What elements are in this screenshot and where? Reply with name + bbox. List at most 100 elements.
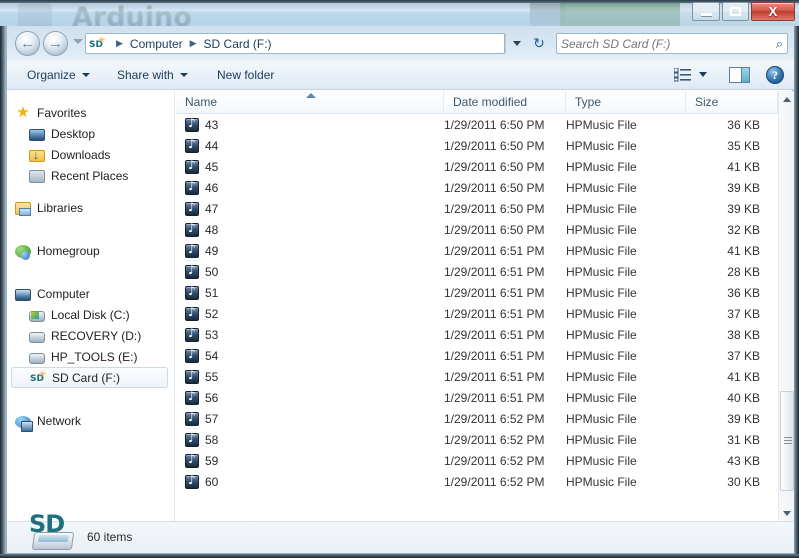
sd-card-icon bbox=[89, 35, 106, 52]
sidebar-item-homegroup[interactable]: Homegroup bbox=[7, 240, 174, 261]
column-header-size[interactable]: Size bbox=[686, 91, 778, 113]
sidebar-item-local-disk-c[interactable]: Local Disk (C:) bbox=[7, 304, 174, 325]
scrollbar-thumb[interactable] bbox=[780, 391, 794, 491]
cell-name: 56 bbox=[176, 389, 444, 405]
address-dropdown-button[interactable] bbox=[505, 33, 527, 54]
preview-pane-button[interactable] bbox=[729, 67, 750, 83]
sd-card-large-shape bbox=[31, 532, 75, 550]
column-header-name[interactable]: Name bbox=[176, 91, 444, 113]
cell-type: HPMusic File bbox=[566, 453, 637, 468]
cell-size: 40 KB bbox=[727, 390, 760, 405]
address-bar: ← → ▶ Computer ▶ SD Card (F:) ↻ bbox=[7, 26, 794, 60]
breadcrumb-sd-card[interactable]: SD Card (F:) bbox=[202, 37, 274, 51]
new-folder-button[interactable]: New folder bbox=[211, 65, 280, 85]
sidebar-item-libraries[interactable]: Libraries bbox=[7, 197, 174, 218]
close-button[interactable]: X bbox=[751, 2, 795, 21]
sidebar-item-computer[interactable]: Computer bbox=[7, 283, 174, 304]
back-button[interactable]: ← bbox=[15, 31, 40, 56]
sidebar-item-hp-tools-e[interactable]: HP_TOOLS (E:) bbox=[7, 346, 174, 367]
table-row[interactable]: 43 1/29/2011 6:50 PM HPMusic File 36 KB bbox=[176, 114, 794, 135]
table-row[interactable]: 58 1/29/2011 6:52 PM HPMusic File 31 KB bbox=[176, 429, 794, 450]
cell-date-modified: 1/29/2011 6:50 PM bbox=[444, 117, 545, 132]
vertical-scrollbar[interactable] bbox=[778, 91, 794, 521]
file-name-label: 57 bbox=[205, 411, 219, 426]
sidebar-item-network[interactable]: Network bbox=[7, 410, 174, 432]
cell-size: 36 KB bbox=[727, 117, 760, 132]
table-row[interactable]: 51 1/29/2011 6:51 PM HPMusic File 36 KB bbox=[176, 282, 794, 303]
file-name-label: 55 bbox=[205, 369, 219, 384]
music-file-icon bbox=[185, 179, 199, 195]
cell-date-modified: 1/29/2011 6:52 PM bbox=[444, 474, 545, 489]
sidebar-label: Favorites bbox=[37, 105, 87, 120]
cell-date-modified: 1/29/2011 6:52 PM bbox=[444, 411, 545, 426]
cell-size: 32 KB bbox=[727, 222, 760, 237]
view-dropdown-icon[interactable] bbox=[699, 72, 707, 77]
cell-date-modified: 1/29/2011 6:51 PM bbox=[444, 327, 545, 342]
music-file-icon bbox=[185, 137, 199, 153]
forward-button[interactable]: → bbox=[43, 31, 68, 56]
table-row[interactable]: 55 1/29/2011 6:51 PM HPMusic File 41 KB bbox=[176, 366, 794, 387]
table-row[interactable]: 59 1/29/2011 6:52 PM HPMusic File 43 KB bbox=[176, 450, 794, 471]
search-box[interactable]: ⌕ bbox=[556, 33, 788, 54]
navigation-pane[interactable]: ★ Favorites Desktop Downloads Recent Pla… bbox=[7, 91, 175, 521]
table-row[interactable]: 53 1/29/2011 6:51 PM HPMusic File 38 KB bbox=[176, 324, 794, 345]
table-row[interactable]: 57 1/29/2011 6:52 PM HPMusic File 39 KB bbox=[176, 408, 794, 429]
scroll-up-button[interactable] bbox=[779, 91, 794, 107]
sidebar-item-recovery-d[interactable]: RECOVERY (D:) bbox=[7, 325, 174, 346]
network-icon bbox=[15, 415, 33, 432]
cell-name: 54 bbox=[176, 347, 444, 363]
search-input[interactable] bbox=[561, 36, 776, 51]
column-header-type[interactable]: Type bbox=[566, 91, 686, 113]
minimize-button[interactable] bbox=[692, 2, 720, 21]
chevron-up-icon bbox=[783, 96, 791, 102]
table-row[interactable]: 52 1/29/2011 6:51 PM HPMusic File 37 KB bbox=[176, 303, 794, 324]
table-row[interactable]: 46 1/29/2011 6:50 PM HPMusic File 39 KB bbox=[176, 177, 794, 198]
column-header-date-modified[interactable]: Date modified bbox=[444, 91, 566, 113]
drive-icon bbox=[29, 331, 45, 343]
table-row[interactable]: 54 1/29/2011 6:51 PM HPMusic File 37 KB bbox=[176, 345, 794, 366]
refresh-button[interactable]: ↻ bbox=[528, 33, 550, 54]
cell-size: 43 KB bbox=[727, 453, 760, 468]
file-name-label: 58 bbox=[205, 432, 219, 447]
cell-name: 59 bbox=[176, 452, 444, 468]
table-row[interactable]: 56 1/29/2011 6:51 PM HPMusic File 40 KB bbox=[176, 387, 794, 408]
breadcrumb-computer[interactable]: Computer bbox=[128, 37, 185, 51]
cell-date-modified: 1/29/2011 6:50 PM bbox=[444, 180, 545, 195]
back-arrow-icon: ← bbox=[20, 35, 35, 52]
sidebar-label: Network bbox=[37, 413, 82, 428]
table-row[interactable]: 48 1/29/2011 6:50 PM HPMusic File 32 KB bbox=[176, 219, 794, 240]
sidebar-item-desktop[interactable]: Desktop bbox=[7, 123, 174, 144]
sidebar-item-sd-card-f[interactable]: SD Card (F:) bbox=[11, 367, 168, 388]
title-bar[interactable]: Arduino X bbox=[0, 0, 799, 26]
cell-name: 43 bbox=[176, 116, 444, 132]
table-row[interactable]: 45 1/29/2011 6:50 PM HPMusic File 41 KB bbox=[176, 156, 794, 177]
scrollbar-grip-icon bbox=[784, 437, 792, 444]
sidebar-item-recent-places[interactable]: Recent Places bbox=[7, 165, 174, 186]
table-row[interactable]: 60 1/29/2011 6:52 PM HPMusic File 30 KB bbox=[176, 471, 794, 492]
sidebar-label: Computer bbox=[37, 286, 90, 301]
maximize-button[interactable] bbox=[722, 2, 749, 21]
cell-name: 55 bbox=[176, 368, 444, 384]
cell-size: 31 KB bbox=[727, 432, 760, 447]
sidebar-item-downloads[interactable]: Downloads bbox=[7, 144, 174, 165]
file-name-label: 56 bbox=[205, 390, 219, 405]
recent-pages-dropdown-icon[interactable] bbox=[73, 39, 83, 44]
scroll-down-button[interactable] bbox=[779, 505, 794, 521]
table-row[interactable]: 47 1/29/2011 6:50 PM HPMusic File 39 KB bbox=[176, 198, 794, 219]
help-button[interactable]: ? bbox=[766, 66, 784, 84]
file-list-pane[interactable]: Name Date modified Type Size 43 1/29/2011… bbox=[176, 91, 794, 521]
share-with-button[interactable]: Share with bbox=[111, 65, 194, 85]
sidebar-item-favorites[interactable]: ★ Favorites bbox=[7, 102, 174, 123]
cell-type: HPMusic File bbox=[566, 222, 637, 237]
table-row[interactable]: 49 1/29/2011 6:51 PM HPMusic File 41 KB bbox=[176, 240, 794, 261]
table-row[interactable]: 50 1/29/2011 6:51 PM HPMusic File 28 KB bbox=[176, 261, 794, 282]
column-label: Name bbox=[185, 95, 218, 109]
local-disk-icon bbox=[29, 310, 45, 322]
address-field[interactable]: ▶ Computer ▶ SD Card (F:) bbox=[85, 33, 505, 54]
table-row[interactable]: 44 1/29/2011 6:50 PM HPMusic File 35 KB bbox=[176, 135, 794, 156]
organize-button[interactable]: Organize bbox=[21, 65, 96, 85]
change-view-button[interactable] bbox=[672, 66, 694, 84]
